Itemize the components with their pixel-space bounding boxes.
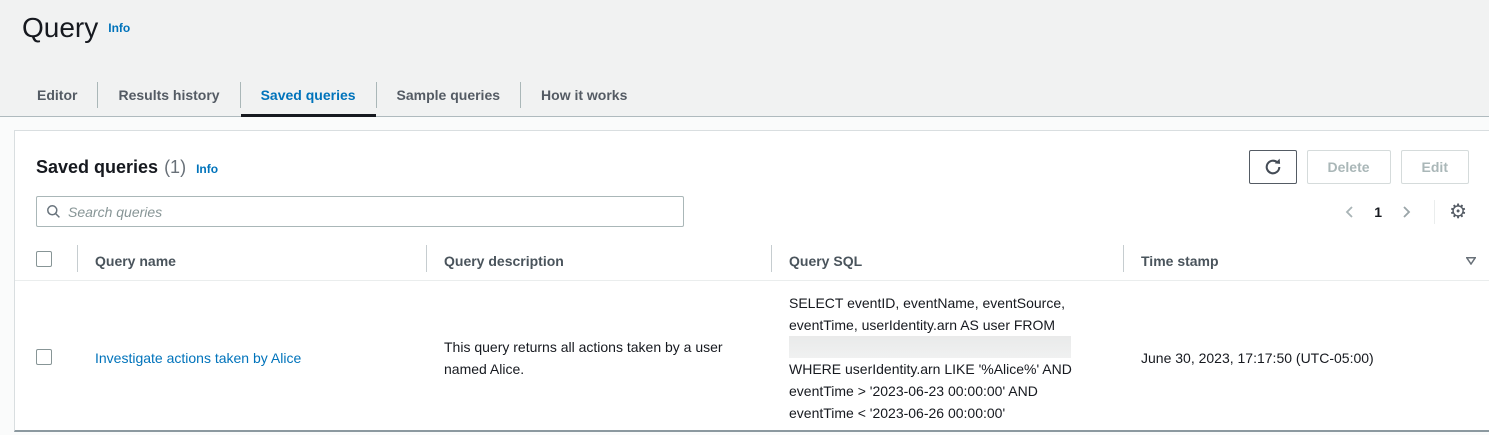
tab-saved-queries[interactable]: Saved queries [241,74,376,116]
row-select-cell [15,281,77,435]
table-header-row: Query name Query description Query SQL T… [15,244,1489,281]
pagination-divider [1434,200,1435,224]
page-info-link[interactable]: Info [108,20,130,36]
panel-actions: Delete Edit [1249,150,1469,184]
page-header: Query Info Editor Results history Saved … [0,0,1489,117]
query-description-cell: This query returns all actions taken by … [426,281,771,435]
tab-editor[interactable]: Editor [17,74,97,116]
column-header-query-description[interactable]: Query description [426,244,771,281]
query-description-text: This query returns all actions taken by … [444,336,753,380]
select-all-header [15,244,77,281]
search-icon [46,204,61,219]
edit-button[interactable]: Edit [1401,150,1469,184]
tab-results-history[interactable]: Results history [98,74,239,116]
delete-button[interactable]: Delete [1307,150,1391,184]
saved-queries-table: Query name Query description Query SQL T… [15,244,1489,435]
query-sql-cell: SELECT eventID, eventName, eventSource, … [771,281,1123,435]
query-name-link[interactable]: Investigate actions taken by Alice [95,350,301,366]
time-stamp-cell: June 30, 2023, 17:17:50 (UTC-05:00) [1123,281,1489,435]
pagination: 1 ⚙ [1338,200,1469,224]
table-toolbar: 1 ⚙ [15,184,1489,227]
select-all-checkbox[interactable] [36,251,52,267]
search-input[interactable] [68,204,674,220]
panel-info-link[interactable]: Info [196,161,218,177]
refresh-button[interactable] [1249,150,1297,184]
redacted-sql-region [789,336,1071,358]
panel-title: Saved queries [36,157,158,178]
tab-how-it-works[interactable]: How it works [521,74,647,116]
saved-queries-panel: Saved queries (1) Info Delete Edit [14,130,1489,432]
panel-header: Saved queries (1) Info Delete Edit [15,131,1489,184]
time-stamp-text: June 30, 2023, 17:17:50 (UTC-05:00) [1141,350,1374,366]
sql-line: SELECT eventID, eventName, eventSource, [789,292,1105,314]
page-title-row: Query Info [0,0,1489,46]
panel-title-group: Saved queries (1) Info [36,157,218,178]
column-header-time-stamp[interactable]: Time stamp [1123,244,1489,281]
tab-bar: Editor Results history Saved queries Sam… [17,74,647,116]
sql-line: eventTime < '2023-06-26 00:00:00' [789,402,1105,424]
column-header-query-sql[interactable]: Query SQL [771,244,1123,281]
column-divider [77,245,78,272]
next-page-button[interactable] [1394,202,1418,222]
tab-sample-queries[interactable]: Sample queries [377,74,521,116]
refresh-icon [1264,158,1282,176]
gear-icon: ⚙ [1449,201,1467,223]
current-page: 1 [1374,204,1382,220]
search-box[interactable] [36,196,684,227]
table-row: Investigate actions taken by Alice This … [15,281,1489,435]
sql-line: eventTime > '2023-06-23 00:00:00' AND [789,380,1105,402]
page-title: Query [22,10,98,46]
column-divider [771,245,772,272]
preferences-button[interactable]: ⚙ [1447,202,1469,222]
sql-line: eventTime, userIdentity.arn AS user FROM [789,314,1105,336]
query-name-cell: Investigate actions taken by Alice [77,281,426,435]
previous-page-button[interactable] [1338,202,1362,222]
sql-line: WHERE userIdentity.arn LIKE '%Alice%' AN… [789,358,1105,380]
chevron-right-icon [1398,204,1414,220]
column-divider [1123,245,1124,272]
panel-count: (1) [164,157,186,178]
column-header-query-name[interactable]: Query name [77,244,426,281]
row-checkbox[interactable] [36,349,52,365]
sort-descending-icon[interactable] [1466,257,1476,265]
chevron-left-icon [1342,204,1358,220]
column-divider [426,245,427,272]
